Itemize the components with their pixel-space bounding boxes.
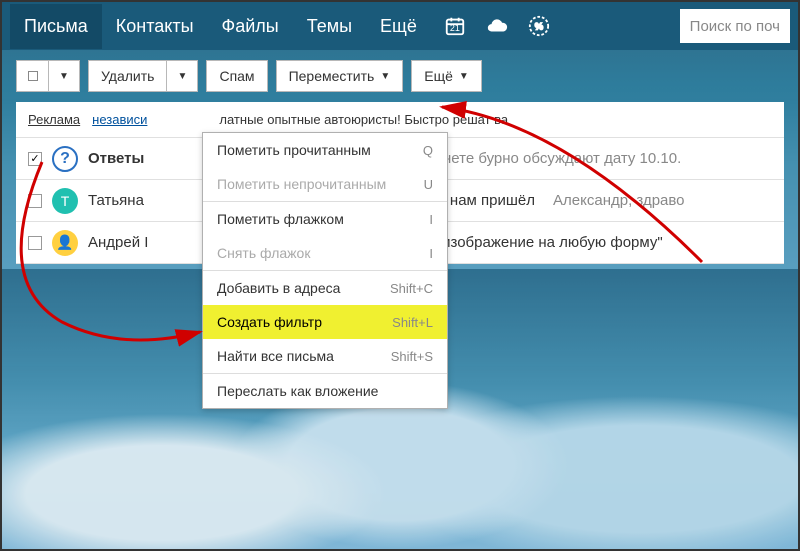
dropdown-label: Пометить флажком xyxy=(217,211,344,227)
ad-text: латные опытные автоюристы! Быстро решат … xyxy=(219,112,508,127)
avatar: Т xyxy=(52,188,78,214)
ad-link[interactable]: независи xyxy=(92,112,147,127)
nav-mail[interactable]: Письма xyxy=(10,4,102,49)
delete-dropdown-button[interactable]: ▼ xyxy=(166,60,198,92)
app-frame: Письма Контакты Файлы Темы Ещё 21 % Поис… xyxy=(0,0,800,551)
dropdown-shortcut: Shift+L xyxy=(392,315,433,330)
calendar-icon[interactable]: 21 xyxy=(437,8,473,44)
avatar: 👤 xyxy=(52,230,78,256)
nav-contacts[interactable]: Контакты xyxy=(102,4,208,49)
dropdown-label: Снять флажок xyxy=(217,245,310,261)
dropdown-item: Снять флажок I xyxy=(203,236,447,270)
dropdown-shortcut: I xyxy=(429,212,433,227)
ad-label[interactable]: Реклама xyxy=(28,112,80,127)
dropdown-label: Пометить непрочитанным xyxy=(217,176,386,192)
dropdown-item[interactable]: Добавить в адреса Shift+C xyxy=(203,271,447,305)
top-nav: Письма Контакты Файлы Темы Ещё 21 % Поис… xyxy=(2,2,798,50)
dropdown-item[interactable]: Создать фильтр Shift+L xyxy=(203,305,447,339)
dropdown-shortcut: Shift+C xyxy=(390,281,433,296)
app-inner: Письма Контакты Файлы Темы Ещё 21 % Поис… xyxy=(2,2,798,549)
search-input[interactable]: Поиск по поч xyxy=(680,9,790,43)
dropdown-item[interactable]: Найти все письма Shift+S xyxy=(203,339,447,373)
nav-more[interactable]: Ещё xyxy=(366,4,431,49)
mail-toolbar: ▼ Удалить ▼ Спам Переместить▼ Ещё▼ xyxy=(2,50,798,102)
preview: Александр, здраво xyxy=(553,192,685,209)
row-checkbox[interactable] xyxy=(28,194,42,208)
more-dropdown: Пометить прочитанным Q Пометить непрочитан… xyxy=(202,132,448,409)
select-group: ▼ xyxy=(16,60,80,92)
move-button[interactable]: Переместить▼ xyxy=(276,60,404,92)
dropdown-label: Переслать как вложение xyxy=(217,383,378,399)
dropdown-label: Найти все письма xyxy=(217,348,334,364)
dropdown-item[interactable]: Переслать как вложение xyxy=(203,374,447,408)
delete-button[interactable]: Удалить xyxy=(88,60,166,92)
dropdown-shortcut: U xyxy=(424,177,433,192)
move-label: Переместить xyxy=(289,68,375,84)
dropdown-label: Создать фильтр xyxy=(217,314,322,330)
select-checkbox-button[interactable] xyxy=(16,60,48,92)
dropdown-item[interactable]: Пометить флажком I xyxy=(203,202,447,236)
dropdown-label: Добавить в адреса xyxy=(217,280,340,296)
more-label: Ещё xyxy=(424,68,453,84)
calendar-day: 21 xyxy=(450,23,460,33)
sender: Татьяна xyxy=(88,192,168,209)
dropdown-item[interactable]: Пометить прочитанным Q xyxy=(203,133,447,167)
delete-group: Удалить ▼ xyxy=(88,60,198,92)
spam-button[interactable]: Спам xyxy=(206,60,267,92)
dropdown-shortcut: Shift+S xyxy=(391,349,433,364)
select-dropdown-button[interactable]: ▼ xyxy=(48,60,80,92)
nav-files[interactable]: Файлы xyxy=(208,4,293,49)
cloud-icon[interactable] xyxy=(479,8,515,44)
search-placeholder: Поиск по поч xyxy=(690,18,780,35)
dropdown-item: Пометить непрочитанным U xyxy=(203,167,447,201)
dropdown-shortcut: I xyxy=(429,246,433,261)
sender: Ответы xyxy=(88,150,168,167)
percent-icon[interactable]: % xyxy=(521,8,557,44)
row-checkbox[interactable] xyxy=(28,236,42,250)
nav-themes[interactable]: Темы xyxy=(293,4,366,49)
svg-text:%: % xyxy=(535,22,543,32)
avatar: ? xyxy=(52,146,78,172)
dropdown-shortcut: Q xyxy=(423,143,433,158)
dropdown-label: Пометить прочитанным xyxy=(217,142,371,158)
row-checkbox[interactable]: ✓ xyxy=(28,152,42,166)
more-button[interactable]: Ещё▼ xyxy=(411,60,482,92)
sender: Андрей I xyxy=(88,234,168,251)
